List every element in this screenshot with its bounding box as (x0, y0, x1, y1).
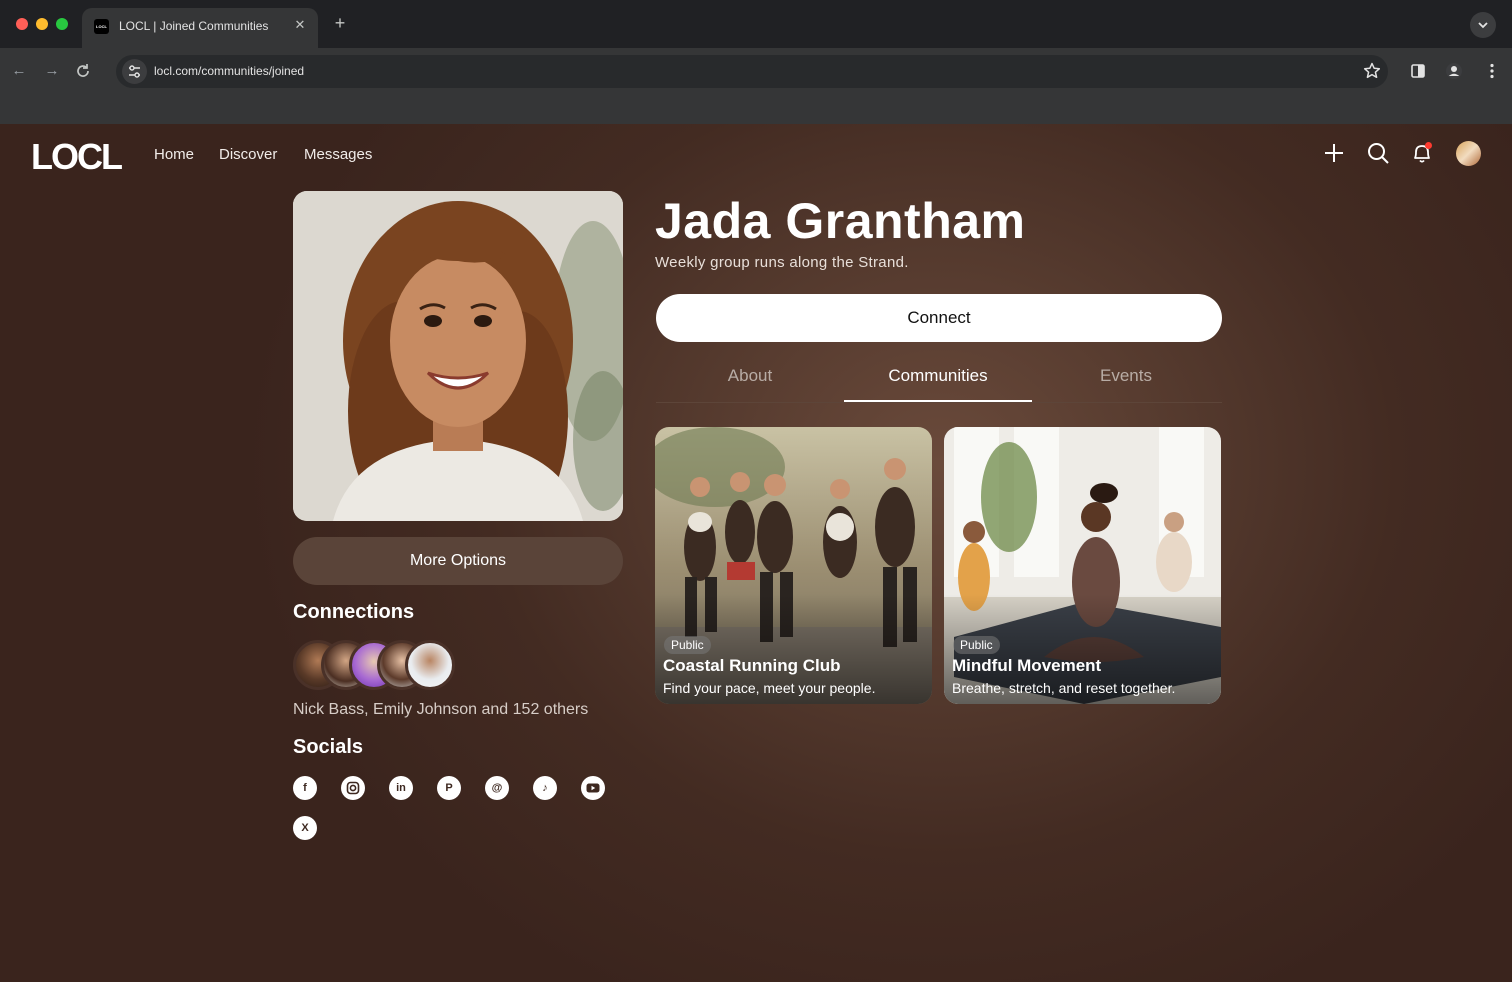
favicon-icon: LOCL (94, 19, 109, 34)
site-info-button[interactable] (122, 59, 147, 84)
more-options-button[interactable]: More Options (293, 537, 623, 585)
close-tab-icon[interactable]: ✕ (292, 17, 308, 33)
connection-avatar[interactable] (405, 640, 455, 690)
search-icon[interactable] (1366, 141, 1390, 165)
card-title: Coastal Running Club (663, 656, 841, 675)
tune-icon (129, 65, 140, 78)
close-window-button[interactable] (16, 18, 28, 30)
card-privacy-badge: Public (953, 636, 1000, 654)
tiktok-icon[interactable]: ♪ (533, 776, 557, 800)
connections-avatars[interactable] (293, 640, 463, 690)
browser-chrome: LOCL LOCL | Joined Communities ✕ + ← → l… (0, 0, 1512, 124)
pinterest-icon[interactable]: P (437, 776, 461, 800)
plus-icon[interactable] (1322, 141, 1346, 165)
back-button[interactable]: ← (9, 61, 29, 81)
profile-icon (1446, 63, 1462, 79)
forward-button[interactable]: → (42, 61, 62, 81)
connections-summary[interactable]: Nick Bass, Emily Johnson and 152 others (293, 701, 588, 719)
locl-logo[interactable]: LOCL (31, 136, 123, 178)
socials-heading: Socials (293, 736, 364, 758)
threads-icon[interactable]: @ (485, 776, 509, 800)
bookmark-star-icon[interactable] (1362, 61, 1382, 81)
tab-strip: LOCL LOCL | Joined Communities ✕ + (0, 0, 1512, 48)
profile-button[interactable] (1444, 61, 1464, 81)
kebab-menu-icon (1490, 63, 1494, 79)
new-tab-button[interactable]: + (330, 13, 350, 33)
user-avatar[interactable] (1456, 141, 1481, 166)
browser-menu-button[interactable] (1482, 61, 1502, 81)
nav-messages[interactable]: Messages (304, 146, 372, 163)
browser-tab[interactable]: LOCL LOCL | Joined Communities ✕ (82, 8, 318, 48)
page: LOCL Home Discover Messages More Options… (0, 124, 1512, 982)
youtube-icon[interactable] (581, 776, 605, 800)
community-card[interactable]: Public Mindful Movement Breathe, stretch… (944, 427, 1221, 704)
url-text: locl.com/communities/joined (154, 64, 305, 78)
bell-icon[interactable] (1410, 141, 1434, 165)
tab-search-button[interactable] (1470, 12, 1496, 38)
connect-button[interactable]: Connect (656, 294, 1222, 342)
profile-tagline: Weekly group runs along the Strand. (655, 254, 909, 271)
nav-discover[interactable]: Discover (219, 146, 277, 163)
side-panel-button[interactable] (1408, 61, 1428, 81)
profile-name: Jada Grantham (655, 193, 1026, 249)
linkedin-icon[interactable]: in (389, 776, 413, 800)
maximize-window-button[interactable] (56, 18, 68, 30)
facebook-icon[interactable]: f (293, 776, 317, 800)
community-card[interactable]: Public Coastal Running Club Find your pa… (655, 427, 932, 704)
address-bar[interactable]: locl.com/communities/joined (116, 55, 1388, 88)
card-title: Mindful Movement (952, 656, 1102, 675)
side-panel-icon (1411, 64, 1425, 78)
tab-communities[interactable]: Communities (844, 366, 1032, 386)
tab-events[interactable]: Events (1032, 366, 1220, 386)
connections-heading: Connections (293, 601, 415, 623)
card-description: Find your pace, meet your people. (663, 680, 876, 696)
chevron-down-icon (1478, 22, 1488, 29)
active-tab-indicator (844, 400, 1032, 402)
profile-photo-illustration (293, 191, 623, 521)
minimize-window-button[interactable] (36, 18, 48, 30)
reload-button[interactable] (73, 61, 93, 81)
x-icon[interactable]: X (293, 816, 317, 840)
reload-icon (77, 64, 89, 77)
card-description: Breathe, stretch, and reset together. (952, 680, 1176, 696)
tab-about[interactable]: About (656, 366, 844, 386)
tab-title: LOCL | Joined Communities (119, 19, 269, 33)
instagram-icon[interactable] (341, 776, 365, 800)
profile-tabs: About Communities Events (656, 354, 1222, 403)
card-privacy-badge: Public (664, 636, 711, 654)
nav-home[interactable]: Home (154, 146, 194, 163)
profile-photo (293, 191, 623, 521)
